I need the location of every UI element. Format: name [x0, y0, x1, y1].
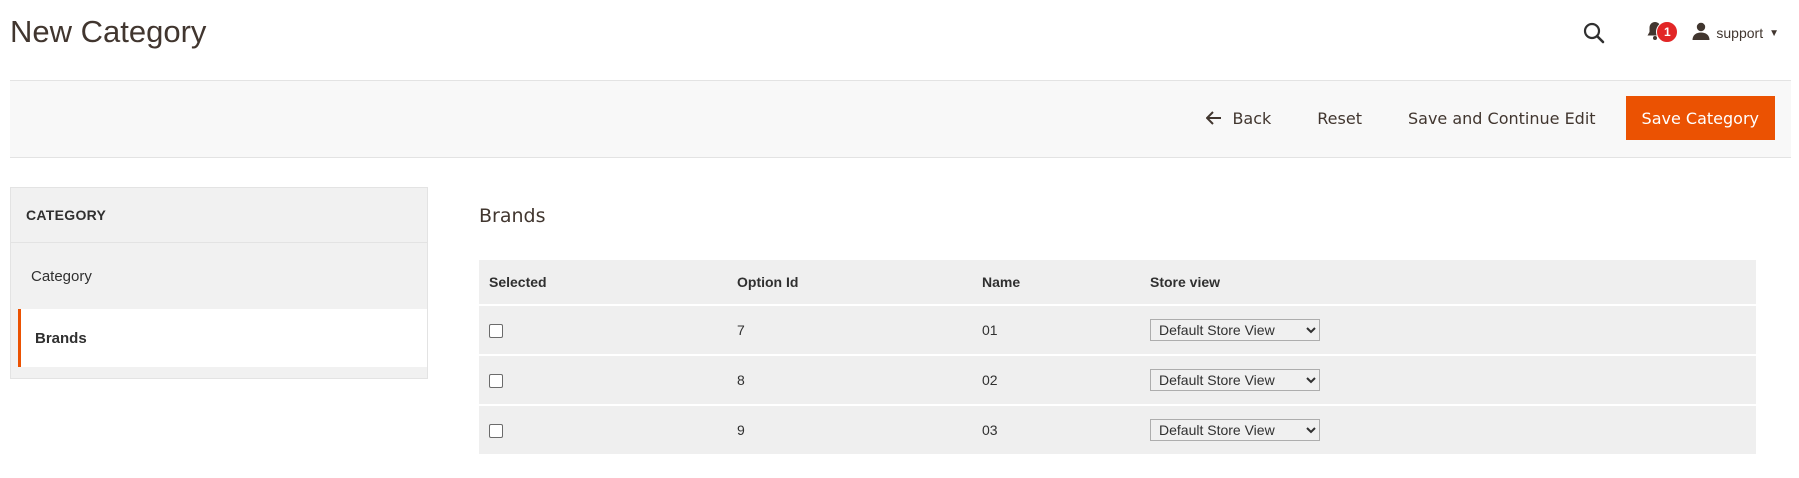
sidebar-heading: CATEGORY: [11, 188, 427, 243]
save-category-button[interactable]: Save Category: [1625, 96, 1775, 140]
caret-down-icon: ▼: [1769, 27, 1779, 39]
column-header-option-id[interactable]: Option Id: [727, 260, 972, 306]
store-view-select[interactable]: Default Store View: [1150, 369, 1320, 391]
sidebar-item-category[interactable]: Category: [11, 243, 427, 309]
sidebar: CATEGORY Category Brands: [10, 187, 428, 379]
section-title: Brands: [479, 205, 546, 227]
name-cell: 01: [972, 305, 1140, 356]
notification-badge: 1: [1656, 21, 1679, 43]
option-id-cell: 8: [727, 355, 972, 406]
user-icon: [1692, 22, 1710, 45]
back-label: Back: [1232, 108, 1272, 128]
row-checkbox[interactable]: [489, 374, 503, 389]
column-header-name[interactable]: Name: [972, 260, 1140, 306]
store-view-select[interactable]: Default Store View: [1150, 319, 1320, 341]
page-title: New Category: [10, 14, 207, 49]
search-icon[interactable]: [1578, 17, 1610, 49]
table-row: 9 03 Default Store View: [479, 405, 1756, 456]
grid-header-row: Selected Option Id Name Store view: [479, 260, 1756, 306]
row-checkbox[interactable]: [489, 324, 503, 339]
option-id-cell: 9: [727, 405, 972, 456]
user-menu[interactable]: support ▼: [1692, 22, 1779, 45]
table-row: 8 02 Default Store View: [479, 355, 1756, 406]
table-row: 7 01 Default Store View: [479, 305, 1756, 356]
name-cell: 03: [972, 405, 1140, 456]
user-name: support: [1716, 25, 1764, 41]
notifications-button[interactable]: 1: [1640, 17, 1679, 49]
store-view-select[interactable]: Default Store View: [1150, 419, 1320, 441]
brands-grid: Selected Option Id Name Store view 7 01 …: [479, 260, 1756, 456]
back-button[interactable]: Back: [1190, 96, 1287, 140]
page-actions-bar: Back Reset Save and Continue Edit Save C…: [10, 80, 1791, 158]
arrow-left-icon: [1206, 111, 1222, 125]
option-id-cell: 7: [727, 305, 972, 356]
global-actions: 1 support ▼: [1578, 16, 1779, 50]
save-continue-button[interactable]: Save and Continue Edit: [1392, 96, 1612, 140]
column-header-store-view[interactable]: Store view: [1140, 260, 1756, 306]
sidebar-item-brands[interactable]: Brands: [18, 309, 427, 367]
name-cell: 02: [972, 355, 1140, 406]
reset-button[interactable]: Reset: [1301, 96, 1378, 140]
column-header-selected[interactable]: Selected: [479, 260, 727, 306]
row-checkbox[interactable]: [489, 424, 503, 439]
